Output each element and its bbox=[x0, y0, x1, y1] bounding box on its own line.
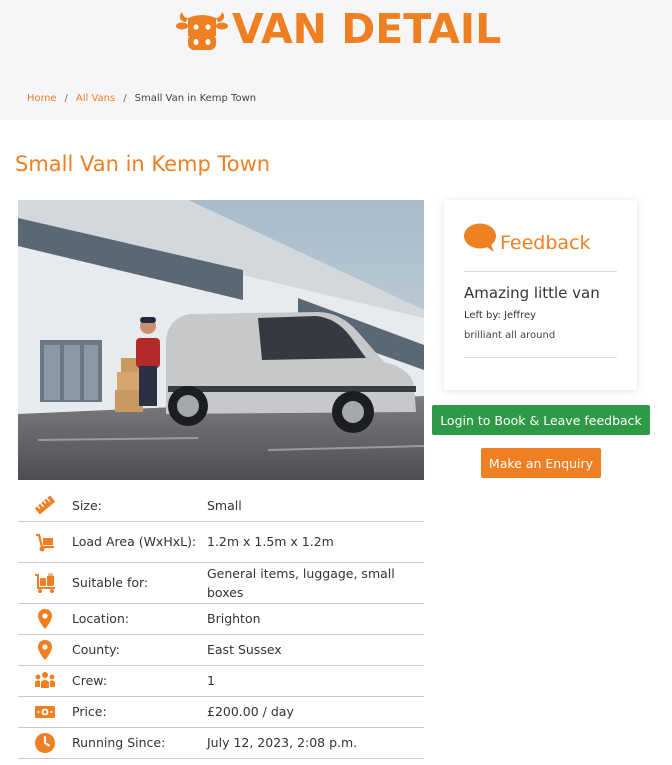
spec-value: Small bbox=[207, 497, 242, 513]
luggage-cart-icon bbox=[35, 573, 55, 593]
spec-row-size: Size: Small bbox=[18, 490, 424, 521]
spec-row-location: Location: Brighton bbox=[18, 603, 424, 634]
spec-row-suitable-for: Suitable for: General items, luggage, sm… bbox=[18, 562, 424, 603]
breadcrumb-separator: / bbox=[123, 93, 127, 104]
feedback-header: Feedback bbox=[464, 222, 590, 254]
divider bbox=[464, 357, 617, 358]
map-pin-icon bbox=[38, 639, 52, 660]
hand-truck-icon bbox=[36, 533, 54, 551]
spec-value: General items, luggage, small boxes bbox=[207, 565, 395, 600]
breadcrumb-current: Small Van in Kemp Town bbox=[134, 93, 257, 104]
login-to-book-button[interactable]: Login to Book & Leave feedback bbox=[432, 405, 650, 435]
clock-icon bbox=[35, 732, 55, 753]
spec-value: 1 bbox=[207, 673, 215, 688]
van-photo bbox=[18, 200, 424, 480]
spec-value: £200.00 / day bbox=[207, 704, 294, 719]
spec-row-load-area: Load Area (WxHxL): 1.2m x 1.5m x 1.2m bbox=[18, 521, 424, 562]
spec-row-price: Price: £200.00 / day bbox=[18, 696, 424, 727]
hero-banner: VAN DETAIL Home / All Vans / Small Van i… bbox=[0, 0, 672, 120]
spec-label: Location: bbox=[72, 611, 130, 626]
spec-label: Load Area (WxHxL): bbox=[72, 534, 197, 549]
spec-value: 1.2m x 1.5m x 1.2m bbox=[207, 534, 334, 549]
spec-label: Suitable for: bbox=[72, 575, 149, 590]
review-author: Left by: Jeffrey bbox=[464, 310, 537, 321]
feedback-heading: Feedback bbox=[500, 232, 591, 254]
make-enquiry-button[interactable]: Make an Enquiry bbox=[481, 448, 601, 478]
page-heading: VAN DETAIL bbox=[232, 5, 502, 53]
money-bill-icon bbox=[35, 705, 55, 718]
breadcrumb-home-link[interactable]: Home bbox=[27, 93, 57, 104]
divider bbox=[464, 271, 617, 272]
breadcrumb: Home / All Vans / Small Van in Kemp Town bbox=[27, 93, 256, 104]
spec-row-crew: Crew: 1 bbox=[18, 665, 424, 696]
breadcrumb-all-vans-link[interactable]: All Vans bbox=[76, 93, 115, 104]
breadcrumb-separator: / bbox=[64, 93, 68, 104]
speech-bubble-icon bbox=[464, 223, 496, 252]
site-brand: VAN DETAIL bbox=[176, 4, 501, 54]
spec-label: Price: bbox=[72, 704, 107, 719]
spec-label: County: bbox=[72, 642, 120, 657]
spec-row-county: County: East Sussex bbox=[18, 634, 424, 665]
cow-face-icon bbox=[176, 12, 228, 50]
spec-label: Running Since: bbox=[72, 735, 166, 750]
review-body: brilliant all around bbox=[464, 330, 556, 341]
van-specs-table: Size: Small Load Area (WxHxL): 1.2m x 1.… bbox=[18, 490, 424, 759]
spec-label: Crew: bbox=[72, 673, 108, 688]
review-title: Amazing little van bbox=[464, 284, 600, 302]
people-group-icon bbox=[35, 671, 55, 688]
ruler-icon bbox=[35, 496, 55, 515]
spec-value: Brighton bbox=[207, 611, 261, 626]
feedback-card: Feedback Amazing little van Left by: Jef… bbox=[444, 200, 637, 390]
spec-value: East Sussex bbox=[207, 642, 282, 657]
map-pin-icon bbox=[38, 608, 52, 629]
spec-label: Size: bbox=[72, 497, 102, 513]
listing-title: Small Van in Kemp Town bbox=[15, 152, 271, 176]
spec-row-running-since: Running Since: July 12, 2023, 2:08 p.m. bbox=[18, 727, 424, 758]
spec-value: July 12, 2023, 2:08 p.m. bbox=[207, 735, 358, 750]
